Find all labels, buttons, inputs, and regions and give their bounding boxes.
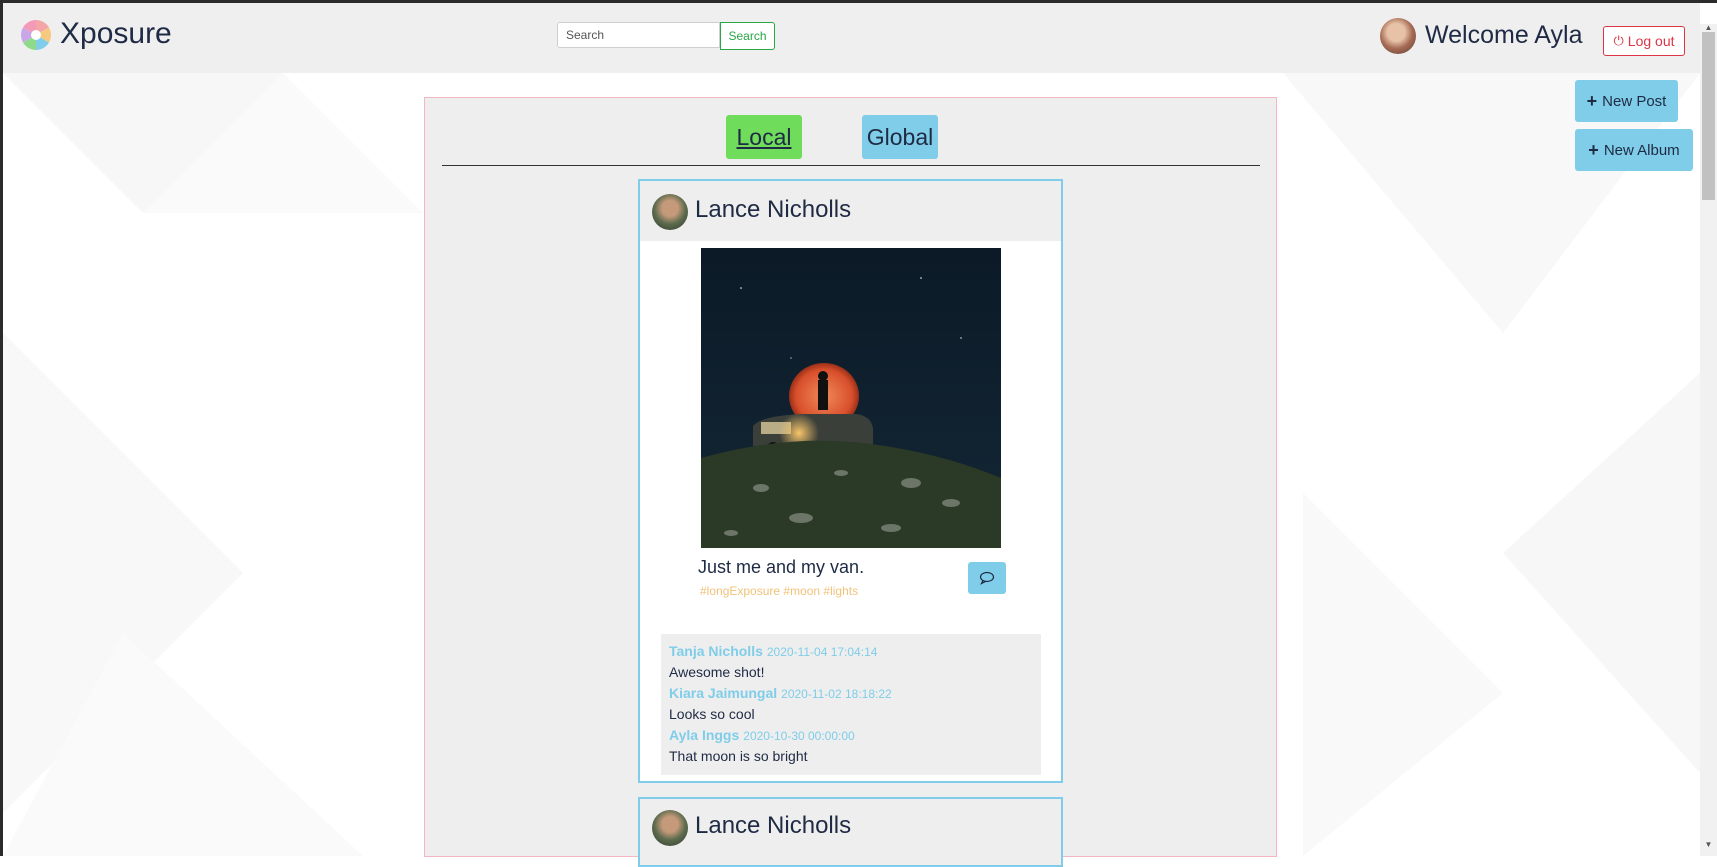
post-photo[interactable] [701,248,1001,548]
plus-icon: + [1588,139,1599,160]
tab-global[interactable]: Global [862,115,938,159]
comment-author[interactable]: Tanja Nicholls 2020-11-04 17:04:14 [669,643,877,659]
power-icon: ⏻ [1613,33,1624,48]
new-album-label: New Album [1603,141,1680,159]
user-avatar[interactable] [1380,18,1416,54]
post-tags[interactable]: #longExposure #moon #lights [700,584,858,598]
post-author-name[interactable]: Lance Nicholls [695,196,851,224]
scrollbar-thumb[interactable] [1702,32,1715,200]
tab-local[interactable]: Local [726,115,802,159]
comment-text: Awesome shot! [669,664,765,680]
scroll-up-arrow-icon[interactable]: ▲ [1702,24,1715,32]
post-caption: Just me and my van. [698,557,865,577]
search-button[interactable]: Search [720,22,775,50]
new-post-label: New Post [1602,92,1667,110]
post-author-avatar[interactable] [652,810,688,846]
comment-date: 2020-11-02 18:18:22 [781,687,892,701]
comment-text: Looks so cool [669,706,755,722]
comment-date: 2020-11-04 17:04:14 [766,645,878,659]
post-author-avatar[interactable] [652,194,688,230]
scroll-down-arrow-icon[interactable]: ▼ [1702,840,1715,850]
new-post-button[interactable]: + New Post [1575,80,1678,122]
welcome-message: Welcome Ayla [1425,21,1583,49]
logout-button[interactable]: ⏻ Log out [1603,26,1685,56]
plus-icon: + [1586,90,1598,111]
comment-button[interactable] [968,562,1006,594]
new-album-button[interactable]: + New Album [1575,129,1693,171]
logout-label: Log out [1627,33,1675,49]
comment-author[interactable]: Kiara Jaimungal 2020-11-02 18:18:22 [669,685,892,701]
xposure-logo-icon[interactable] [20,19,52,51]
search-input[interactable] [557,22,720,48]
speech-bubble-icon [979,571,995,585]
comment-date: 2020-10-30 00:00:00 [743,729,855,743]
comment-author[interactable]: Ayla Inggs 2020-10-30 00:00:00 [669,727,855,743]
brand-title[interactable]: Xposure [60,17,172,51]
tab-divider [442,165,1260,166]
comment-text: That moon is so bright [669,748,808,764]
post-author-name[interactable]: Lance Nicholls [695,812,851,840]
